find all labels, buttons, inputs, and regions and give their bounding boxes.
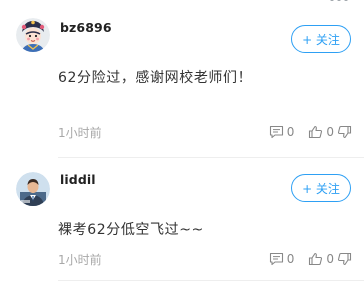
comment-item: bz6896 + 关注 62分险过，感谢网校老师们！ 1小时前 0 0 <box>0 0 364 158</box>
username[interactable]: bz6896 <box>60 20 112 35</box>
dislike-button[interactable] <box>337 125 352 139</box>
follow-button[interactable]: + 关注 <box>291 174 351 202</box>
avatar[interactable] <box>16 18 50 52</box>
thumbs-up-icon <box>309 252 323 266</box>
timestamp: 1小时前 <box>58 125 102 140</box>
avatar[interactable] <box>16 172 50 206</box>
comment-icon <box>269 252 283 266</box>
comment-actions: 0 0 <box>269 250 352 268</box>
comment-actions: 0 0 <box>269 123 352 141</box>
divider <box>58 280 364 281</box>
dislike-button[interactable] <box>337 252 352 266</box>
follow-button[interactable]: + 关注 <box>291 25 351 53</box>
reply-button[interactable]: 0 <box>269 125 295 139</box>
like-button[interactable]: 0 <box>308 125 337 139</box>
comment-text: 裸考62分低空飞过~~ <box>58 222 204 238</box>
username[interactable]: liddil <box>60 172 96 187</box>
like-count: 0 <box>326 125 334 139</box>
reply-count: 0 <box>286 125 295 139</box>
comment-icon <box>269 125 283 139</box>
person-avatar-icon <box>16 172 50 206</box>
reply-count: 0 <box>286 252 295 266</box>
like-count: 0 <box>326 252 334 266</box>
reply-button[interactable]: 0 <box>269 252 295 266</box>
cartoon-avatar-icon <box>16 18 50 52</box>
comment-meta: 1小时前 0 0 <box>58 123 352 141</box>
comment-item: liddil + 关注 裸考62分低空飞过~~ 1小时前 0 0 <box>0 158 364 285</box>
like-button[interactable]: 0 <box>308 252 337 266</box>
thumbs-down-icon <box>337 252 352 266</box>
thumbs-down-icon <box>337 125 352 139</box>
timestamp: 1小时前 <box>58 252 102 267</box>
thumbs-up-icon <box>309 125 323 139</box>
comment-text: 62分险过，感谢网校老师们！ <box>58 70 253 86</box>
comment-meta: 1小时前 0 0 <box>58 250 352 268</box>
comment-list: bz6896 + 关注 62分险过，感谢网校老师们！ 1小时前 0 0 lidd… <box>0 0 364 285</box>
